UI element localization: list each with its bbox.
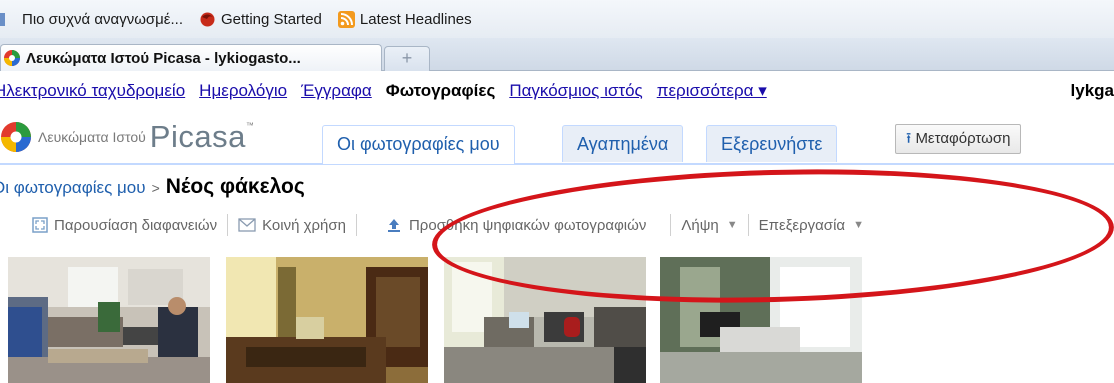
dropdown-caret-icon: ▼ <box>726 219 738 231</box>
photo-image <box>8 257 210 383</box>
bookmark-latest-headlines[interactable]: Latest Headlines <box>337 10 472 28</box>
logo-wordmark: Picasa <box>149 119 246 154</box>
picasa-logo[interactable]: Λευκώματα Ιστού Picasa ™ <box>0 119 254 155</box>
gbar-user[interactable]: lykga <box>1071 81 1114 101</box>
gbar-link-more[interactable]: περισσότερα ▾ <box>657 81 767 101</box>
add-photos-label: Προσθήκη ψηφιακών φωτογραφιών <box>408 216 647 234</box>
share-button[interactable]: Κοινή χρήση <box>228 217 356 234</box>
photo-thumbnail[interactable] <box>444 257 646 383</box>
picasa-header: Λευκώματα Ιστού Picasa ™ Οι φωτογραφίες … <box>0 113 1114 165</box>
album-title: Νέος φάκελος <box>165 175 305 198</box>
photo-thumbnail[interactable] <box>8 257 210 383</box>
photo-image <box>444 257 646 383</box>
gbar-link-docs[interactable]: Έγγραφα <box>301 81 372 101</box>
logo-subtitle: Λευκώματα Ιστού <box>38 129 146 145</box>
download-label: Λήψη <box>681 216 719 234</box>
slideshow-icon <box>32 217 48 233</box>
bookmark-icon <box>0 11 17 28</box>
browser-tab-title: Λευκώματα Ιστού Picasa - lykiogasto... <box>26 49 301 67</box>
slideshow-button[interactable]: Παρουσίαση διαφανειών <box>0 217 227 234</box>
google-bar: Ηλεκτρονικό ταχυδρομείο Ημερολόγιο Έγγρα… <box>0 71 1114 111</box>
picasa-logo-icon <box>0 121 32 153</box>
edit-label: Επεξεργασία <box>758 216 846 234</box>
share-label: Κοινή χρήση <box>262 216 346 234</box>
gbar-link-calendar[interactable]: Ημερολόγιο <box>199 81 287 101</box>
photo-thumbnail[interactable] <box>660 257 862 383</box>
firefox-icon <box>199 11 216 28</box>
bookmark-label: Latest Headlines <box>359 10 472 28</box>
tab-my-photos[interactable]: Οι φωτογραφίες μου <box>322 125 515 164</box>
photo-thumbnail[interactable] <box>226 257 428 383</box>
gbar-current-photos: Φωτογραφίες <box>385 81 496 100</box>
upload-icon: ⭱ <box>906 130 912 147</box>
add-photos-button[interactable]: Προσθήκη ψηφιακών φωτογραφιών <box>357 217 656 234</box>
picasa-favicon-icon <box>3 49 21 67</box>
new-tab-button[interactable]: + <box>384 46 430 71</box>
rss-icon <box>337 10 355 28</box>
browser-tab-active[interactable]: Λευκώματα Ιστού Picasa - lykiogasto... <box>0 44 382 71</box>
logo-trademark: ™ <box>245 120 254 130</box>
breadcrumb-my-photos[interactable]: Οι φωτογραφίες μου <box>0 178 146 198</box>
album-action-toolbar: Παρουσίαση διαφανειών Κοινή χρήση Προσθή… <box>0 207 1114 243</box>
dropdown-caret-icon: ▼ <box>853 219 864 231</box>
bookmark-most-visited[interactable]: Πιο συχνά αναγνωσμέ... <box>0 11 183 28</box>
upload-label: Μεταφόρτωση <box>915 130 1011 147</box>
download-menu[interactable]: Λήψη ▼ <box>671 217 747 234</box>
bookmark-label: Πιο συχνά αναγνωσμέ... <box>22 10 183 28</box>
photo-image <box>226 257 428 383</box>
slideshow-label: Παρουσίαση διαφανειών <box>54 216 218 234</box>
photo-image <box>660 257 862 383</box>
bookmark-getting-started[interactable]: Getting Started <box>199 11 322 28</box>
gbar-link-web[interactable]: Παγκόσμιος ιστός <box>509 81 642 101</box>
mail-icon <box>238 218 256 232</box>
bookmarks-toolbar: Πιο συχνά αναγνωσμέ... Getting Started L… <box>0 0 1114 39</box>
breadcrumb-separator: > <box>151 180 160 196</box>
bookmark-label: Getting Started <box>221 10 322 28</box>
tab-explore[interactable]: Εξερευνήστε <box>706 125 838 162</box>
upload-button[interactable]: ⭱ Μεταφόρτωση <box>895 124 1022 154</box>
browser-tab-bar: Λευκώματα Ιστού Picasa - lykiogasto... + <box>0 38 1114 71</box>
breadcrumb: Οι φωτογραφίες μου > Νέος φάκελος <box>0 175 305 201</box>
upload-arrow-icon <box>387 217 401 233</box>
gbar-link-mail[interactable]: Ηλεκτρονικό ταχυδρομείο <box>0 81 185 101</box>
edit-menu[interactable]: Επεξεργασία ▼ <box>749 217 874 234</box>
tab-favorites[interactable]: Αγαπημένα <box>562 125 684 162</box>
